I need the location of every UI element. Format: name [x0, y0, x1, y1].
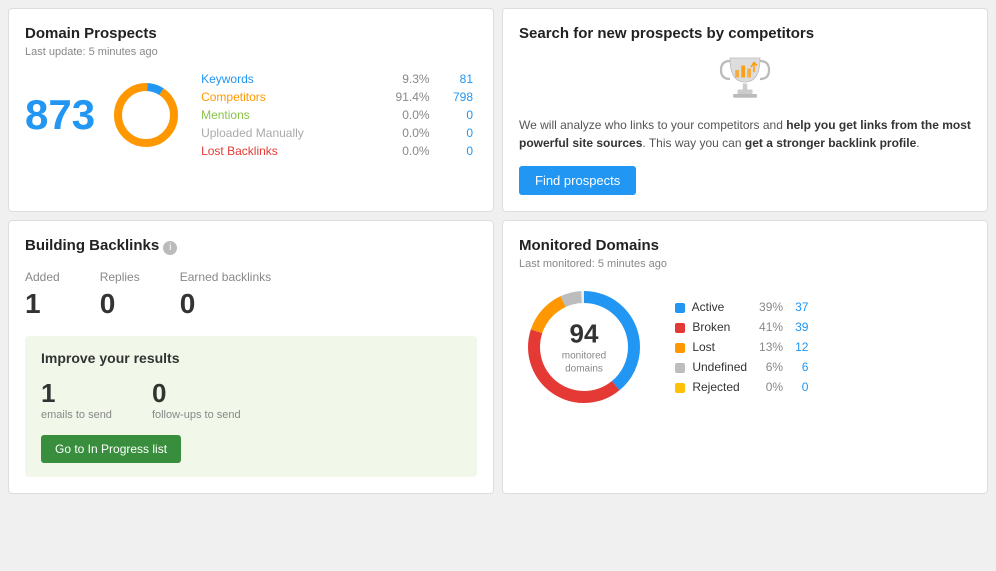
prospect-label: Uploaded Manually: [197, 124, 368, 142]
domain-prospects-subtitle: Last update: 5 minutes ago: [25, 46, 477, 58]
legend-count: 37: [789, 297, 814, 317]
building-stat-value: 0: [180, 288, 271, 320]
building-stat-value: 1: [25, 288, 60, 320]
building-stat-label: Replies: [100, 270, 140, 284]
legend-pct: 0%: [753, 377, 789, 397]
improve-stat: 0 follow-ups to send: [152, 378, 241, 421]
prospect-count: 81: [434, 70, 477, 88]
search-prospects-title: Search for new prospects by competitors: [519, 25, 971, 42]
domain-prospects-donut: [111, 80, 181, 150]
legend-count: 0: [789, 377, 814, 397]
monitored-label: monitoreddomains: [562, 350, 606, 376]
improve-stats: 1 emails to send 0 follow-ups to send: [41, 378, 461, 421]
legend-pct: 13%: [753, 337, 789, 357]
prospects-table: Keywords 9.3% 81 Competitors 91.4% 798 M…: [197, 70, 477, 160]
donut-center: 94 monitoreddomains: [562, 319, 606, 376]
progress-button[interactable]: Go to In Progress list: [41, 435, 181, 463]
improve-stat-label: emails to send: [41, 409, 112, 421]
building-backlinks-title: Building Backlinks: [25, 237, 159, 254]
building-stat: Earned backlinks 0: [180, 270, 271, 320]
legend-row: Lost 13% 12: [669, 337, 814, 357]
monitored-body: 94 monitoreddomains Active 39% 37 Broken…: [519, 282, 971, 412]
legend-pct: 39%: [753, 297, 789, 317]
prospect-row: Uploaded Manually 0.0% 0: [197, 124, 477, 142]
search-prospects-desc: We will analyze who links to your compet…: [519, 116, 971, 152]
prospect-label: Competitors: [197, 88, 368, 106]
prospect-pct: 9.3%: [369, 70, 434, 88]
improve-stat: 1 emails to send: [41, 378, 112, 421]
legend-label: Broken: [669, 317, 753, 337]
legend-color-dot: [675, 363, 685, 373]
legend-count: 39: [789, 317, 814, 337]
trophy-icon: [715, 46, 775, 106]
legend-pct: 41%: [753, 317, 789, 337]
prospect-count: 0: [434, 124, 477, 142]
legend-row: Undefined 6% 6: [669, 357, 814, 377]
prospect-label: Mentions: [197, 106, 368, 124]
improve-box: Improve your results 1 emails to send 0 …: [25, 336, 477, 477]
legend-color-dot: [675, 323, 685, 333]
prospect-row: Keywords 9.3% 81: [197, 70, 477, 88]
domain-prospects-title: Domain Prospects: [25, 25, 477, 42]
monitored-legend: Active 39% 37 Broken 41% 39 Lost 13% 12 …: [669, 297, 814, 397]
improve-stat-label: follow-ups to send: [152, 409, 241, 421]
prospect-pct: 0.0%: [369, 124, 434, 142]
trophy-area: [519, 46, 971, 106]
legend-pct: 6%: [753, 357, 789, 377]
legend-color-dot: [675, 303, 685, 313]
building-stat-label: Added: [25, 270, 60, 284]
improve-title: Improve your results: [41, 350, 461, 366]
prospect-row: Lost Backlinks 0.0% 0: [197, 142, 477, 160]
improve-stat-value: 0: [152, 378, 241, 409]
legend-label: Active: [669, 297, 753, 317]
prospect-label: Lost Backlinks: [197, 142, 368, 160]
prospect-label: Keywords: [197, 70, 368, 88]
legend-count: 6: [789, 357, 814, 377]
building-stats: Added 1 Replies 0 Earned backlinks 0: [25, 270, 477, 320]
legend-label: Lost: [669, 337, 753, 357]
monitored-domains-title: Monitored Domains: [519, 237, 971, 254]
legend-color-dot: [675, 383, 685, 393]
prospect-row: Competitors 91.4% 798: [197, 88, 477, 106]
domain-prospects-total: 873: [25, 91, 95, 139]
prospect-count: 0: [434, 106, 477, 124]
prospect-pct: 0.0%: [369, 142, 434, 160]
prospect-pct: 0.0%: [369, 106, 434, 124]
building-stat: Added 1: [25, 270, 60, 320]
prospect-count: 798: [434, 88, 477, 106]
dashboard-grid: Domain Prospects Last update: 5 minutes …: [8, 8, 988, 494]
info-icon[interactable]: i: [163, 241, 177, 255]
building-backlinks-card: Building Backlinks i Added 1 Replies 0 E…: [8, 220, 494, 494]
legend-row: Active 39% 37: [669, 297, 814, 317]
prospect-pct: 91.4%: [369, 88, 434, 106]
legend-color-dot: [675, 343, 685, 353]
improve-stat-value: 1: [41, 378, 112, 409]
building-stat-label: Earned backlinks: [180, 270, 271, 284]
building-stat: Replies 0: [100, 270, 140, 320]
legend-row: Rejected 0% 0: [669, 377, 814, 397]
search-prospects-card: Search for new prospects by competitors: [502, 8, 988, 212]
monitored-donut: 94 monitoreddomains: [519, 282, 649, 412]
prospect-count: 0: [434, 142, 477, 160]
building-stat-value: 0: [100, 288, 140, 320]
legend-count: 12: [789, 337, 814, 357]
domain-prospects-body: 873 Keywords 9.3% 81 Competitors 91.4% 7…: [25, 70, 477, 160]
legend-label: Undefined: [669, 357, 753, 377]
domain-prospects-card: Domain Prospects Last update: 5 minutes …: [8, 8, 494, 212]
monitored-count: 94: [562, 319, 606, 350]
monitored-domains-card: Monitored Domains Last monitored: 5 minu…: [502, 220, 988, 494]
find-prospects-button[interactable]: Find prospects: [519, 166, 636, 195]
monitored-domains-subtitle: Last monitored: 5 minutes ago: [519, 258, 971, 270]
legend-row: Broken 41% 39: [669, 317, 814, 337]
legend-label: Rejected: [669, 377, 753, 397]
prospect-row: Mentions 0.0% 0: [197, 106, 477, 124]
